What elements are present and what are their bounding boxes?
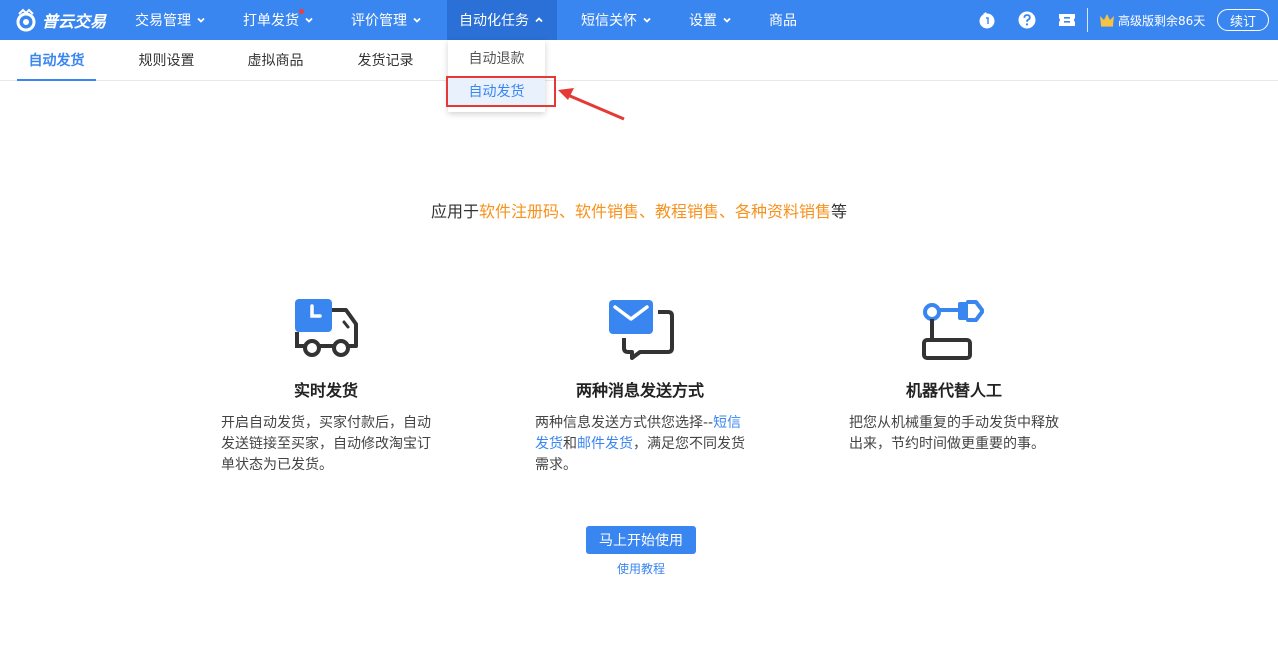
chevron-down-icon xyxy=(413,17,421,23)
tagline-highlight: 软件注册码、软件销售、教程销售、各种资料销售 xyxy=(478,202,831,221)
nav-review-management[interactable]: 评价管理 xyxy=(339,0,435,40)
sub-navigation: 自动发货 规则设置 虚拟商品 发货记录 xyxy=(0,40,1278,81)
tab-auto-delivery[interactable]: 自动发货 xyxy=(17,40,96,80)
tutorial-link[interactable]: 使用教程 xyxy=(586,560,696,577)
feature-description: 开启自动发货，买家付款后，自动发送链接至买家，自动修改淘宝订单状态为已发货。 xyxy=(221,415,431,473)
crown-icon xyxy=(1100,14,1114,27)
version-status: 高级版剩余86天 xyxy=(1099,10,1205,30)
brand-name: 普云交易 xyxy=(42,12,107,31)
feature-title: 实时发货 xyxy=(293,381,358,400)
logo-icon xyxy=(16,8,36,32)
tab-delivery-records[interactable]: 发货记录 xyxy=(346,40,425,80)
feature-description: 把您从机械重复的手动发货中释放出来，节约时间做更重要的事。 xyxy=(849,415,1059,452)
nav-products[interactable]: 商品 xyxy=(757,0,809,40)
chevron-up-icon xyxy=(535,17,543,23)
annotation-highlight-box xyxy=(446,76,556,107)
divider xyxy=(1087,8,1088,32)
nav-trade-management[interactable]: 交易管理 xyxy=(123,0,219,40)
tagline-prefix: 应用于 xyxy=(430,202,479,221)
desc-text: 两种信息发送方式供您选择-- xyxy=(535,415,714,431)
nav-label: 评价管理 xyxy=(351,13,407,29)
notification-icon[interactable] xyxy=(977,10,997,30)
nav-label: 设置 xyxy=(689,13,717,29)
chevron-down-icon xyxy=(723,17,731,23)
tab-virtual-products[interactable]: 虚拟商品 xyxy=(236,40,315,80)
feature-title: 两种消息发送方式 xyxy=(575,381,704,400)
notification-dot xyxy=(299,9,304,14)
email-delivery-link[interactable]: 邮件发货 xyxy=(577,436,633,452)
help-icon[interactable] xyxy=(1017,10,1037,30)
nav-label: 自动化任务 xyxy=(459,13,529,29)
desc-text: 和 xyxy=(563,436,577,452)
nav-label: 短信关怀 xyxy=(581,13,637,29)
message-icon xyxy=(609,300,674,360)
chevron-down-icon xyxy=(643,17,651,23)
nav-label: 交易管理 xyxy=(135,13,191,29)
ticket-icon[interactable] xyxy=(1057,10,1077,30)
active-tab-indicator xyxy=(17,79,96,81)
annotation-arrow-icon xyxy=(558,88,625,121)
chevron-down-icon xyxy=(305,17,313,23)
nav-print-ship[interactable]: 打单发货 xyxy=(231,0,327,40)
feature-title: 机器代替人工 xyxy=(905,381,1002,400)
renew-button[interactable]: 续订 xyxy=(1217,9,1269,31)
tab-rule-settings[interactable]: 规则设置 xyxy=(127,40,206,80)
nav-label: 商品 xyxy=(769,13,797,29)
nav-automation-tasks[interactable]: 自动化任务 xyxy=(447,0,557,40)
menu-item-auto-refund[interactable]: 自动退款 xyxy=(448,43,545,73)
robot-arm-icon xyxy=(922,300,984,360)
delivery-truck-icon xyxy=(295,299,358,357)
nav-settings[interactable]: 设置 xyxy=(677,0,745,40)
feature-description: 两种信息发送方式供您选择--短信发货和邮件发货，满足您不同发货需求。 xyxy=(535,413,753,476)
chevron-down-icon xyxy=(197,17,205,23)
tagline: 应用于软件注册码、软件销售、教程销售、各种资料销售等 xyxy=(0,198,1278,222)
tagline-suffix: 等 xyxy=(831,202,848,221)
nav-label: 打单发货 xyxy=(243,13,299,29)
version-text: 高级版剩余86天 xyxy=(1118,13,1206,28)
logo[interactable]: 普云交易 xyxy=(14,7,106,33)
start-using-button[interactable]: 马上开始使用 xyxy=(586,526,696,554)
nav-sms-care[interactable]: 短信关怀 xyxy=(569,0,665,40)
top-navigation-bar: 普云交易 交易管理 打单发货 评价管理 自动化任务 短信关怀 设置 商品 高级版… xyxy=(0,0,1278,40)
